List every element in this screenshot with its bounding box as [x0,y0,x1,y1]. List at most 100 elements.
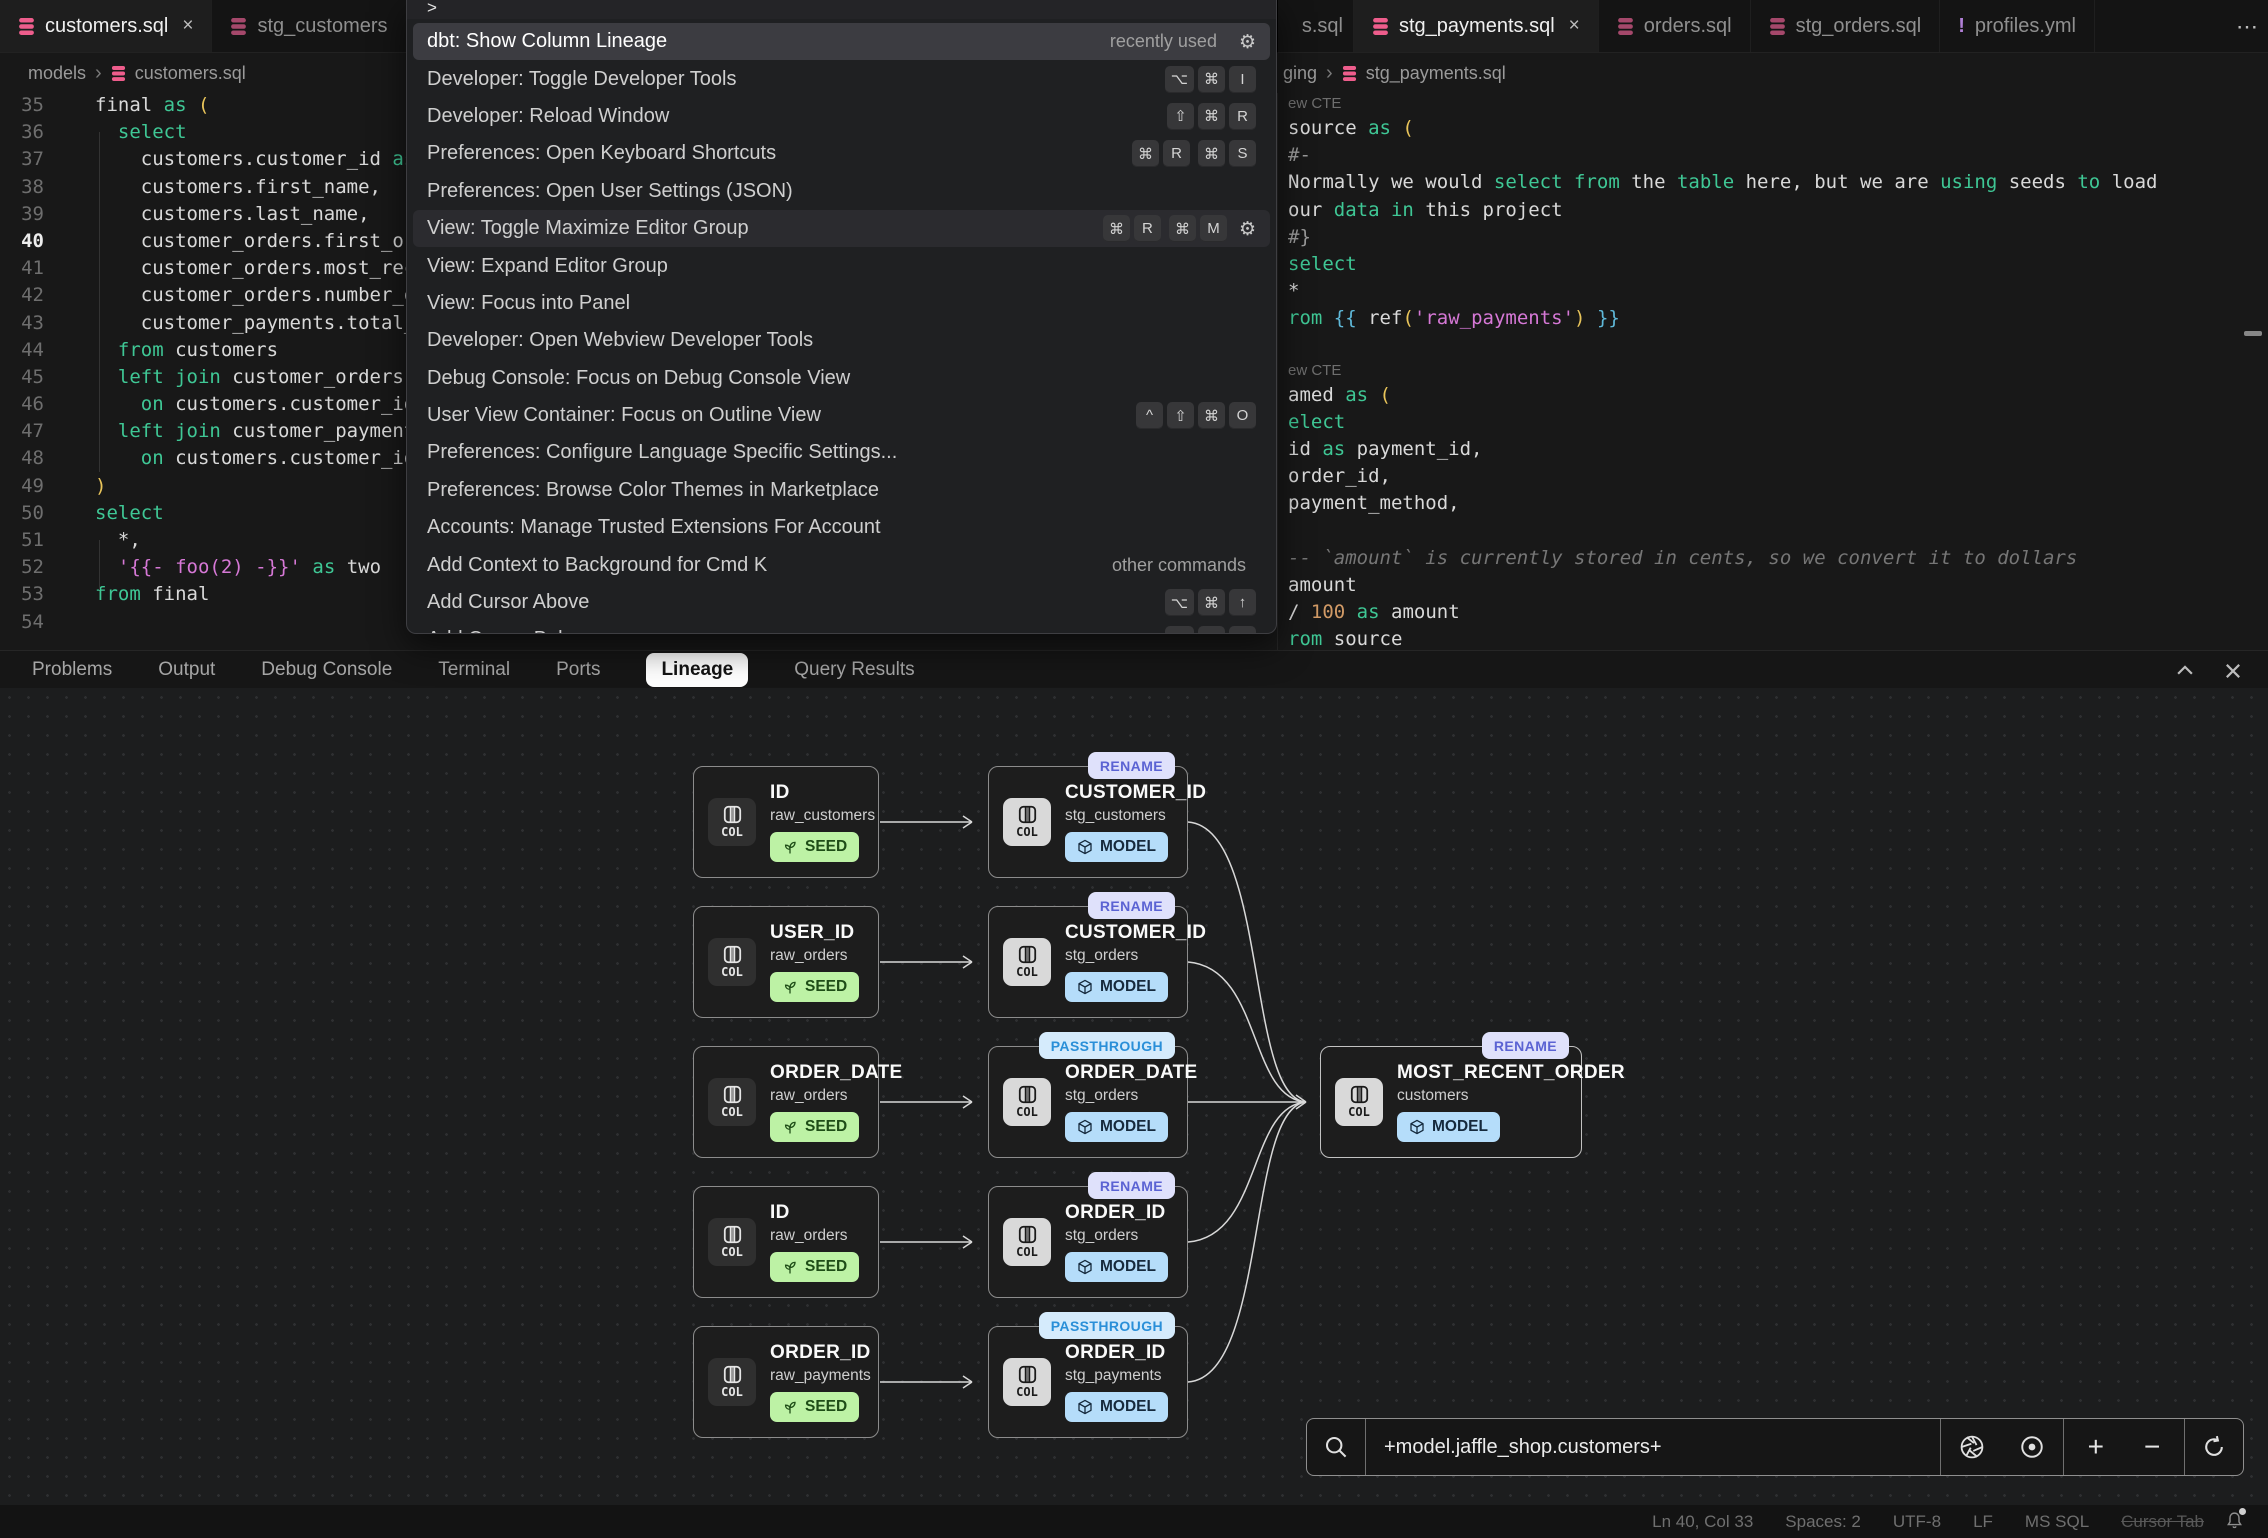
status-item[interactable]: MS SQL [2025,1512,2089,1532]
code-line[interactable]: our data in this project [1278,197,2268,224]
code-line[interactable]: 47 left join customer_payment [0,418,406,445]
code-line[interactable]: 53from final [0,581,406,608]
code-line[interactable]: 42 customer_orders.number_o [0,282,406,309]
code-line[interactable]: -- `amount` is currently stored in cents… [1278,545,2268,572]
close-tab-icon[interactable]: × [1569,15,1580,37]
status-item[interactable]: Ln 40, Col 33 [1652,1512,1753,1532]
refresh-icon[interactable] [2185,1419,2243,1475]
collapse-panel-icon[interactable] [2174,660,2196,682]
status-item[interactable]: Spaces: 2 [1785,1512,1861,1532]
tab-orders-sql[interactable]: orders.sql [1599,0,1751,52]
lineage-node-order_id-stg_orders[interactable]: RENAMECOLORDER_IDstg_ordersMODEL [988,1186,1188,1298]
gear-icon[interactable]: ⚙ [1239,218,1256,240]
command-item[interactable]: Add Context to Background for Cmd Kother… [413,546,1270,583]
code-line[interactable]: 50select [0,500,406,527]
code-line[interactable]: #- [1278,142,2268,169]
codelens-new-cte[interactable]: ew CTE [1278,360,2268,382]
notifications-bell-icon[interactable] [2225,1511,2244,1530]
lineage-node-order_id-stg_payments[interactable]: PASSTHROUGHCOLORDER_IDstg_paymentsMODEL [988,1326,1188,1438]
breadcrumb-folder[interactable]: ging [1283,63,1317,84]
lineage-node-order_date-raw_orders[interactable]: COLORDER_DATEraw_ordersSEED [693,1046,879,1158]
code-line[interactable] [1278,333,2268,360]
code-line[interactable]: 39 customers.last_name, [0,201,406,228]
watch-eye-icon[interactable] [2019,1434,2045,1460]
code-line[interactable]: 45 left join customer_orders [0,364,406,391]
status-item[interactable]: LF [1973,1512,1993,1532]
code-line[interactable]: elect [1278,409,2268,436]
code-line[interactable]: select [1278,251,2268,278]
lineage-node-id-raw_customers[interactable]: COLIDraw_customersSEED [693,766,879,878]
command-item[interactable]: View: Toggle Maximize Editor Group⌘R⌘M⚙ [413,210,1270,247]
panel-tab-lineage[interactable]: Lineage [646,653,748,687]
code-line[interactable]: 44 from customers [0,337,406,364]
status-item[interactable]: Cursor Tab [2121,1512,2204,1532]
lineage-node-order_date-stg_orders[interactable]: PASSTHROUGHCOLORDER_DATEstg_ordersMODEL [988,1046,1188,1158]
breadcrumb[interactable]: ging › stg_payments.sql [1283,53,1506,93]
panel-tab-problems[interactable]: Problems [32,659,112,681]
code-line[interactable]: 35final as ( [0,92,406,119]
lineage-node-customer_id-stg_customers[interactable]: RENAMECOLCUSTOMER_IDstg_customersMODEL [988,766,1188,878]
command-item[interactable]: Preferences: Open User Settings (JSON) [413,173,1270,210]
code-line[interactable]: 41 customer_orders.most_rec [0,255,406,282]
code-line[interactable]: order_id, [1278,463,2268,490]
code-line[interactable]: 43 customer_payments.total_ [0,310,406,337]
lineage-node-most-recent-order[interactable]: RENAME COL MOST_RECENT_ORDER customers M… [1320,1046,1582,1158]
code-line[interactable]: Normally we would select from the table … [1278,169,2268,196]
breadcrumb-folder[interactable]: models [28,63,86,84]
code-line[interactable]: source as ( [1278,115,2268,142]
close-tab-icon[interactable]: × [182,15,193,37]
panel-tab-debug-console[interactable]: Debug Console [261,659,392,681]
code-line[interactable]: amed as ( [1278,382,2268,409]
breadcrumb-file[interactable]: customers.sql [135,63,246,84]
panel-tab-query-results[interactable]: Query Results [794,659,914,681]
command-item[interactable]: View: Expand Editor Group [413,247,1270,284]
code-line[interactable]: id as payment_id, [1278,436,2268,463]
close-panel-icon[interactable] [2222,660,2244,682]
code-line[interactable]: 37 customers.customer_id as [0,146,406,173]
code-line[interactable]: 52 '{{- foo(2) -}}' as two [0,554,406,581]
zoom-in-button[interactable]: + [2088,1431,2104,1463]
code-line[interactable]: / 100 as amount [1278,599,2268,626]
code-line[interactable]: 49) [0,473,406,500]
command-item[interactable]: Accounts: Manage Trusted Extensions For … [413,509,1270,546]
command-item[interactable]: Developer: Reload Window⇧⌘R [413,98,1270,135]
command-item[interactable]: Add Cursor Above⌥⌘↑ [413,584,1270,621]
aperture-icon[interactable] [1959,1434,1985,1460]
command-item[interactable]: Preferences: Open Keyboard Shortcuts⌘R⌘S [413,135,1270,172]
more-tabs-icon[interactable]: ⋯ [2236,14,2260,40]
command-item[interactable]: Debug Console: Focus on Debug Console Vi… [413,360,1270,397]
code-line[interactable]: 54 [0,609,406,636]
lineage-node-customer_id-stg_orders[interactable]: RENAMECOLCUSTOMER_IDstg_ordersMODEL [988,906,1188,1018]
code-line[interactable]: 46 on customers.customer_id [0,391,406,418]
code-line[interactable]: * [1278,278,2268,305]
command-item[interactable]: User View Container: Focus on Outline Vi… [413,397,1270,434]
tab-stg_orders-sql[interactable]: stg_orders.sql [1751,0,1941,52]
panel-tab-terminal[interactable]: Terminal [438,659,510,681]
code-line[interactable]: 48 on customers.customer_id [0,445,406,472]
breadcrumb-file[interactable]: stg_payments.sql [1366,63,1506,84]
codelens-new-cte[interactable]: ew CTE [1278,93,2268,115]
lineage-node-order_id-raw_payments[interactable]: COLORDER_IDraw_paymentsSEED [693,1326,879,1438]
command-item[interactable]: Add Cursor Below⌥⌘↓ [413,621,1270,634]
command-item[interactable]: Developer: Toggle Developer Tools⌥⌘I [413,60,1270,97]
panel-tab-ports[interactable]: Ports [556,659,600,681]
code-line[interactable] [1278,518,2268,545]
code-line[interactable]: 36 select [0,119,406,146]
command-item[interactable]: Preferences: Configure Language Specific… [413,434,1270,471]
status-item[interactable]: UTF-8 [1893,1512,1941,1532]
tab-s-sql[interactable]: s.sql [1278,0,1354,52]
code-line[interactable]: 51 *, [0,527,406,554]
tab-customers-sql[interactable]: customers.sql× [0,0,212,52]
command-item[interactable]: Developer: Open Webview Developer Tools [413,322,1270,359]
lineage-node-user_id-raw_orders[interactable]: COLUSER_IDraw_ordersSEED [693,906,879,1018]
command-palette-input[interactable]: > [407,0,1276,19]
command-item[interactable]: dbt: Show Column Lineagerecently used⚙ [413,23,1270,60]
code-line[interactable]: #} [1278,224,2268,251]
command-item[interactable]: View: Focus into Panel [413,285,1270,322]
tab-profiles-yml[interactable]: !profiles.yml [1940,0,2095,52]
code-line[interactable]: amount [1278,572,2268,599]
lineage-search-input[interactable]: +model.jaffle_shop.customers+ [1366,1419,1940,1475]
gear-icon[interactable]: ⚙ [1239,31,1256,53]
lineage-canvas[interactable]: COLIDraw_customersSEED RENAMECOLCUSTOMER_… [0,688,2268,1505]
code-line[interactable]: payment_method, [1278,490,2268,517]
